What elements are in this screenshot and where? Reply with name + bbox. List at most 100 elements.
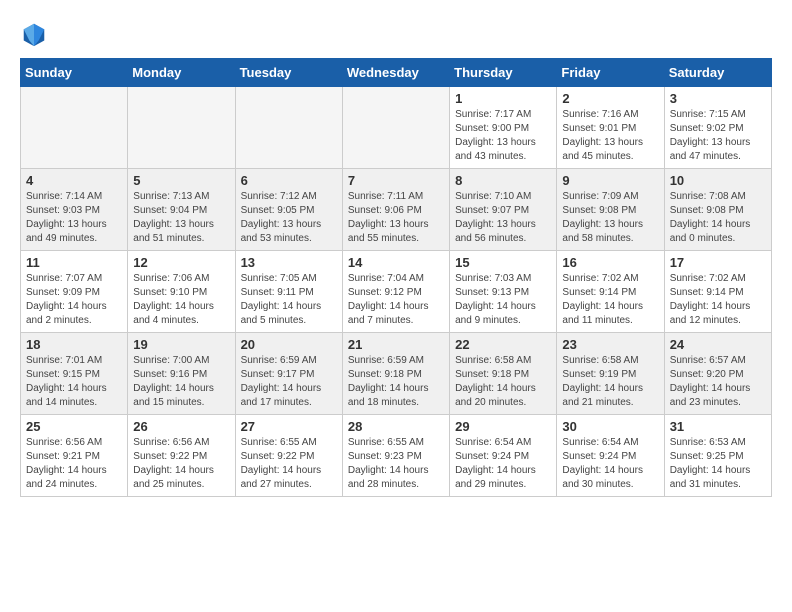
day-info: Sunrise: 7:12 AM Sunset: 9:05 PM Dayligh… bbox=[241, 190, 337, 246]
day-number: 29 bbox=[455, 419, 551, 434]
day-info: Sunrise: 7:07 AM Sunset: 9:09 PM Dayligh… bbox=[26, 272, 122, 328]
day-number: 19 bbox=[133, 337, 229, 352]
day-number: 9 bbox=[562, 173, 658, 188]
day-number: 4 bbox=[26, 173, 122, 188]
day-cell: 30Sunrise: 6:54 AM Sunset: 9:24 PM Dayli… bbox=[557, 415, 664, 497]
day-cell: 14Sunrise: 7:04 AM Sunset: 9:12 PM Dayli… bbox=[342, 251, 449, 333]
day-number: 28 bbox=[348, 419, 444, 434]
week-row-2: 4Sunrise: 7:14 AM Sunset: 9:03 PM Daylig… bbox=[21, 169, 772, 251]
day-cell: 31Sunrise: 6:53 AM Sunset: 9:25 PM Dayli… bbox=[664, 415, 771, 497]
day-cell: 2 Sunrise: 7:16 AM Sunset: 9:01 PM Daylig… bbox=[557, 87, 664, 169]
day-number: 2 bbox=[562, 91, 658, 106]
column-header-wednesday: Wednesday bbox=[342, 59, 449, 87]
day-cell: 7 Sunrise: 7:11 AM Sunset: 9:06 PM Daylig… bbox=[342, 169, 449, 251]
day-cell: 22Sunrise: 6:58 AM Sunset: 9:18 PM Dayli… bbox=[450, 333, 557, 415]
week-row-3: 11 Sunrise: 7:07 AM Sunset: 9:09 PM Dayli… bbox=[21, 251, 772, 333]
day-number: 20 bbox=[241, 337, 337, 352]
day-info: Sunrise: 6:55 AM Sunset: 9:22 PM Dayligh… bbox=[241, 436, 337, 492]
day-info: Sunrise: 7:03 AM Sunset: 9:13 PM Dayligh… bbox=[455, 272, 551, 328]
day-cell: 15Sunrise: 7:03 AM Sunset: 9:13 PM Dayli… bbox=[450, 251, 557, 333]
day-cell: 10 Sunrise: 7:08 AM Sunset: 9:08 PM Dayli… bbox=[664, 169, 771, 251]
day-number: 25 bbox=[26, 419, 122, 434]
day-number: 17 bbox=[670, 255, 766, 270]
day-number: 13 bbox=[241, 255, 337, 270]
day-info: Sunrise: 7:09 AM Sunset: 9:08 PM Dayligh… bbox=[562, 190, 658, 246]
day-number: 16 bbox=[562, 255, 658, 270]
day-cell: 27 Sunrise: 6:55 AM Sunset: 9:22 PM Dayli… bbox=[235, 415, 342, 497]
day-info: Sunrise: 7:11 AM Sunset: 9:06 PM Dayligh… bbox=[348, 190, 444, 246]
day-number: 10 bbox=[670, 173, 766, 188]
calendar-table: SundayMondayTuesdayWednesdayThursdayFrid… bbox=[20, 58, 772, 497]
column-header-tuesday: Tuesday bbox=[235, 59, 342, 87]
day-info: Sunrise: 6:57 AM Sunset: 9:20 PM Dayligh… bbox=[670, 354, 766, 410]
week-row-5: 25 Sunrise: 6:56 AM Sunset: 9:21 PM Dayli… bbox=[21, 415, 772, 497]
day-cell: 12 Sunrise: 7:06 AM Sunset: 9:10 PM Dayli… bbox=[128, 251, 235, 333]
day-info: Sunrise: 6:58 AM Sunset: 9:19 PM Dayligh… bbox=[562, 354, 658, 410]
day-cell bbox=[128, 87, 235, 169]
header-row: SundayMondayTuesdayWednesdayThursdayFrid… bbox=[21, 59, 772, 87]
day-info: Sunrise: 7:06 AM Sunset: 9:10 PM Dayligh… bbox=[133, 272, 229, 328]
day-number: 11 bbox=[26, 255, 122, 270]
day-number: 8 bbox=[455, 173, 551, 188]
day-info: Sunrise: 7:05 AM Sunset: 9:11 PM Dayligh… bbox=[241, 272, 337, 328]
day-number: 5 bbox=[133, 173, 229, 188]
column-header-saturday: Saturday bbox=[664, 59, 771, 87]
day-cell: 16 Sunrise: 7:02 AM Sunset: 9:14 PM Dayli… bbox=[557, 251, 664, 333]
day-number: 12 bbox=[133, 255, 229, 270]
day-cell bbox=[235, 87, 342, 169]
day-cell: 29 Sunrise: 6:54 AM Sunset: 9:24 PM Dayli… bbox=[450, 415, 557, 497]
day-number: 24 bbox=[670, 337, 766, 352]
column-header-thursday: Thursday bbox=[450, 59, 557, 87]
day-number: 6 bbox=[241, 173, 337, 188]
day-info: Sunrise: 7:10 AM Sunset: 9:07 PM Dayligh… bbox=[455, 190, 551, 246]
day-info: Sunrise: 6:54 AM Sunset: 9:24 PM Dayligh… bbox=[455, 436, 551, 492]
day-number: 30 bbox=[562, 419, 658, 434]
day-cell: 1 Sunrise: 7:17 AM Sunset: 9:00 PM Daylig… bbox=[450, 87, 557, 169]
week-row-4: 18 Sunrise: 7:01 AM Sunset: 9:15 PM Dayli… bbox=[21, 333, 772, 415]
day-cell: 6 Sunrise: 7:12 AM Sunset: 9:05 PM Daylig… bbox=[235, 169, 342, 251]
week-row-1: 1 Sunrise: 7:17 AM Sunset: 9:00 PM Daylig… bbox=[21, 87, 772, 169]
day-info: Sunrise: 6:59 AM Sunset: 9:17 PM Dayligh… bbox=[241, 354, 337, 410]
column-header-friday: Friday bbox=[557, 59, 664, 87]
day-info: Sunrise: 7:08 AM Sunset: 9:08 PM Dayligh… bbox=[670, 190, 766, 246]
page-header bbox=[20, 20, 772, 48]
day-info: Sunrise: 7:17 AM Sunset: 9:00 PM Dayligh… bbox=[455, 108, 551, 164]
day-number: 18 bbox=[26, 337, 122, 352]
day-number: 21 bbox=[348, 337, 444, 352]
day-number: 26 bbox=[133, 419, 229, 434]
day-cell: 5 Sunrise: 7:13 AM Sunset: 9:04 PM Daylig… bbox=[128, 169, 235, 251]
day-cell: 11 Sunrise: 7:07 AM Sunset: 9:09 PM Dayli… bbox=[21, 251, 128, 333]
day-info: Sunrise: 7:00 AM Sunset: 9:16 PM Dayligh… bbox=[133, 354, 229, 410]
logo bbox=[20, 20, 52, 48]
day-cell: 24 Sunrise: 6:57 AM Sunset: 9:20 PM Dayli… bbox=[664, 333, 771, 415]
day-cell: 26 Sunrise: 6:56 AM Sunset: 9:22 PM Dayli… bbox=[128, 415, 235, 497]
day-cell: 3Sunrise: 7:15 AM Sunset: 9:02 PM Daylig… bbox=[664, 87, 771, 169]
column-header-monday: Monday bbox=[128, 59, 235, 87]
day-cell: 19 Sunrise: 7:00 AM Sunset: 9:16 PM Dayli… bbox=[128, 333, 235, 415]
column-header-sunday: Sunday bbox=[21, 59, 128, 87]
day-cell: 23Sunrise: 6:58 AM Sunset: 9:19 PM Dayli… bbox=[557, 333, 664, 415]
day-cell: 21Sunrise: 6:59 AM Sunset: 9:18 PM Dayli… bbox=[342, 333, 449, 415]
day-cell: 20 Sunrise: 6:59 AM Sunset: 9:17 PM Dayli… bbox=[235, 333, 342, 415]
day-cell bbox=[342, 87, 449, 169]
day-number: 14 bbox=[348, 255, 444, 270]
day-number: 27 bbox=[241, 419, 337, 434]
day-cell: 13 Sunrise: 7:05 AM Sunset: 9:11 PM Dayli… bbox=[235, 251, 342, 333]
day-info: Sunrise: 7:16 AM Sunset: 9:01 PM Dayligh… bbox=[562, 108, 658, 164]
day-info: Sunrise: 6:55 AM Sunset: 9:23 PM Dayligh… bbox=[348, 436, 444, 492]
day-info: Sunrise: 6:56 AM Sunset: 9:22 PM Dayligh… bbox=[133, 436, 229, 492]
logo-icon bbox=[20, 20, 48, 48]
day-cell: 17 Sunrise: 7:02 AM Sunset: 9:14 PM Dayli… bbox=[664, 251, 771, 333]
day-cell: 9 Sunrise: 7:09 AM Sunset: 9:08 PM Daylig… bbox=[557, 169, 664, 251]
day-info: Sunrise: 7:01 AM Sunset: 9:15 PM Dayligh… bbox=[26, 354, 122, 410]
day-info: Sunrise: 7:13 AM Sunset: 9:04 PM Dayligh… bbox=[133, 190, 229, 246]
day-number: 3 bbox=[670, 91, 766, 106]
day-cell: 28 Sunrise: 6:55 AM Sunset: 9:23 PM Dayli… bbox=[342, 415, 449, 497]
day-number: 22 bbox=[455, 337, 551, 352]
day-cell: 25 Sunrise: 6:56 AM Sunset: 9:21 PM Dayli… bbox=[21, 415, 128, 497]
day-info: Sunrise: 7:02 AM Sunset: 9:14 PM Dayligh… bbox=[562, 272, 658, 328]
day-number: 1 bbox=[455, 91, 551, 106]
day-info: Sunrise: 6:56 AM Sunset: 9:21 PM Dayligh… bbox=[26, 436, 122, 492]
day-info: Sunrise: 7:02 AM Sunset: 9:14 PM Dayligh… bbox=[670, 272, 766, 328]
day-number: 7 bbox=[348, 173, 444, 188]
